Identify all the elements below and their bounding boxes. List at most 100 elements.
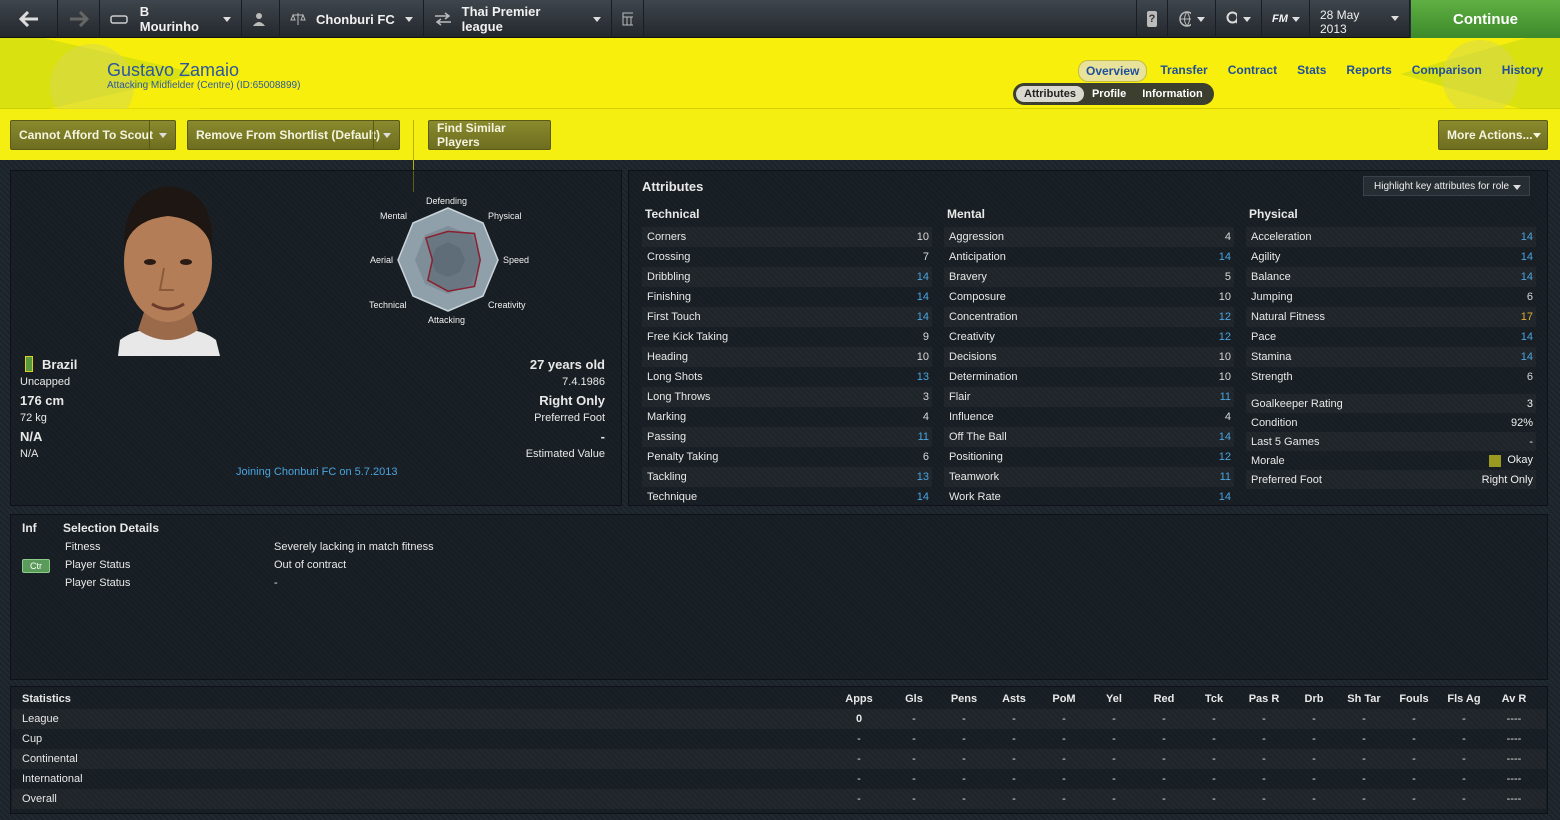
highlight-role-dropdown[interactable]: Highlight key attributes for role [1363, 176, 1530, 196]
attribute-row-natural-fitness[interactable]: Natural Fitness 17 [1246, 307, 1536, 327]
back-button[interactable] [0, 0, 58, 38]
attribute-row-strength[interactable]: Strength 6 [1246, 367, 1536, 387]
attribute-row-balance[interactable]: Balance 14 [1246, 267, 1536, 287]
attribute-name: Condition [1251, 416, 1298, 429]
attribute-row-acceleration[interactable]: Acceleration 14 [1246, 227, 1536, 247]
attribute-row-off-the-ball[interactable]: Off The Ball 14 [944, 427, 1234, 447]
forward-button[interactable] [58, 0, 100, 38]
subtab-information[interactable]: Information [1134, 86, 1211, 102]
attribute-row-decisions[interactable]: Decisions 10 [944, 347, 1234, 367]
attribute-row-tackling[interactable]: Tackling 13 [642, 467, 932, 487]
more-actions-button[interactable]: More Actions... [1438, 120, 1548, 150]
stat-header-tck[interactable]: Tck [1192, 693, 1236, 705]
stat-cell: - [1262, 753, 1266, 765]
attribute-value: 9 [922, 331, 929, 343]
stat-cell: - [962, 753, 966, 765]
stat-row-overall[interactable]: Overall - - - - - - - - - - - - - ---- [12, 789, 1546, 809]
attribute-row-aggression[interactable]: Aggression 4 [944, 227, 1234, 247]
attribute-row-positioning[interactable]: Positioning 12 [944, 447, 1234, 467]
shortlist-dropdown[interactable] [373, 121, 399, 149]
scout-button[interactable]: Cannot Afford To Scout [10, 120, 176, 150]
stat-row-continental[interactable]: Continental - - - - - - - - - - - - - ---- [12, 749, 1546, 769]
attribute-row-agility[interactable]: Agility 14 [1246, 247, 1536, 267]
stat-cell: - [1312, 733, 1316, 745]
fm-menu[interactable]: FM [1262, 0, 1310, 38]
stat-header-asts[interactable]: Asts [992, 693, 1036, 705]
attribute-row-corners[interactable]: Corners 10 [642, 227, 932, 247]
attribute-row-stamina[interactable]: Stamina 14 [1246, 347, 1536, 367]
attribute-row-dribbling[interactable]: Dribbling 14 [642, 267, 932, 287]
info-row-condition[interactable]: Condition 92% [1246, 413, 1536, 432]
attribute-value: 7 [922, 251, 929, 263]
club-name: Chonburi FC [316, 11, 395, 27]
find-similar-button[interactable]: Find Similar Players [428, 120, 551, 150]
tab-comparison[interactable]: Comparison [1405, 60, 1489, 82]
scout-dropdown[interactable] [149, 121, 175, 149]
stat-header-pas-r[interactable]: Pas R [1242, 693, 1286, 705]
tab-overview[interactable]: Overview [1078, 60, 1148, 82]
club-menu[interactable]: Chonburi FC [280, 0, 424, 38]
attribute-row-heading[interactable]: Heading 10 [642, 347, 932, 367]
attribute-row-work-rate[interactable]: Work Rate 14 [944, 487, 1234, 507]
attribute-row-passing[interactable]: Passing 11 [642, 427, 932, 447]
attribute-row-creativity[interactable]: Creativity 12 [944, 327, 1234, 347]
info-row-morale[interactable]: Morale Okay [1246, 451, 1536, 470]
tab-history[interactable]: History [1495, 60, 1550, 82]
attribute-row-technique[interactable]: Technique 14 [642, 487, 932, 507]
joining-club-link[interactable]: Joining Chonburi FC on 5.7.2013 [236, 466, 397, 478]
attribute-row-first-touch[interactable]: First Touch 14 [642, 307, 932, 327]
stat-row-league[interactable]: League 0- - - - - - - - - - - - ---- [12, 709, 1546, 729]
search-menu[interactable] [1216, 0, 1262, 38]
subtab-profile[interactable]: Profile [1084, 86, 1134, 102]
stat-header-yel[interactable]: Yel [1092, 693, 1136, 705]
stat-header-drb[interactable]: Drb [1292, 693, 1336, 705]
attribute-row-long-throws[interactable]: Long Throws 3 [642, 387, 932, 407]
attribute-row-pace[interactable]: Pace 14 [1246, 327, 1536, 347]
attribute-row-crossing[interactable]: Crossing 7 [642, 247, 932, 267]
stat-row-cup[interactable]: Cup - - - - - - - - - - - - - ---- [12, 729, 1546, 749]
attribute-row-teamwork[interactable]: Teamwork 11 [944, 467, 1234, 487]
stat-header-sh-tar[interactable]: Sh Tar [1342, 693, 1386, 705]
attribute-row-penalty-taking[interactable]: Penalty Taking 6 [642, 447, 932, 467]
stat-cell: - [912, 753, 916, 765]
staff-button[interactable] [242, 0, 280, 38]
attribute-row-anticipation[interactable]: Anticipation 14 [944, 247, 1234, 267]
help-button[interactable]: ? [1136, 0, 1168, 38]
attribute-row-long-shots[interactable]: Long Shots 13 [642, 367, 932, 387]
tab-stats[interactable]: Stats [1290, 60, 1333, 82]
tab-contract[interactable]: Contract [1221, 60, 1284, 82]
stat-header-fls-ag[interactable]: Fls Ag [1442, 693, 1486, 705]
attribute-row-composure[interactable]: Composure 10 [944, 287, 1234, 307]
stat-header-apps[interactable]: Apps [837, 693, 881, 705]
stat-header-pom[interactable]: PoM [1042, 693, 1086, 705]
info-row-preferred-foot[interactable]: Preferred Foot Right Only [1246, 470, 1536, 489]
manager-menu[interactable]: B Mourinho [100, 0, 242, 38]
world-menu[interactable] [1168, 0, 1216, 38]
attribute-row-determination[interactable]: Determination 10 [944, 367, 1234, 387]
calendar-button[interactable] [612, 0, 644, 38]
continue-button[interactable]: Continue [1410, 0, 1560, 38]
attribute-row-bravery[interactable]: Bravery 5 [944, 267, 1234, 287]
attribute-row-flair[interactable]: Flair 11 [944, 387, 1234, 407]
tab-transfer[interactable]: Transfer [1153, 60, 1214, 82]
league-menu[interactable]: Thai Premier league [424, 0, 612, 38]
nationality[interactable]: Brazil [42, 357, 77, 372]
attribute-row-jumping[interactable]: Jumping 6 [1246, 287, 1536, 307]
subtab-attributes[interactable]: Attributes [1016, 86, 1084, 102]
stat-header-red[interactable]: Red [1142, 693, 1186, 705]
stat-header-pens[interactable]: Pens [942, 693, 986, 705]
tab-reports[interactable]: Reports [1339, 60, 1398, 82]
shortlist-button[interactable]: Remove From Shortlist (Default) [187, 120, 400, 150]
attribute-row-marking[interactable]: Marking 4 [642, 407, 932, 427]
stat-header-gls[interactable]: Gls [892, 693, 936, 705]
attribute-row-influence[interactable]: Influence 4 [944, 407, 1234, 427]
stat-row-international[interactable]: International - - - - - - - - - - - - - ---- [12, 769, 1546, 789]
attribute-row-concentration[interactable]: Concentration 12 [944, 307, 1234, 327]
stat-header-av-r[interactable]: Av R [1492, 693, 1536, 705]
date-menu[interactable]: 28 May 2013 [1310, 0, 1410, 38]
info-row-goalkeeper-rating[interactable]: Goalkeeper Rating 3 [1246, 394, 1536, 413]
attribute-row-free-kick-taking[interactable]: Free Kick Taking 9 [642, 327, 932, 347]
info-row-last-5-games[interactable]: Last 5 Games - [1246, 432, 1536, 451]
stat-header-fouls[interactable]: Fouls [1392, 693, 1436, 705]
attribute-row-finishing[interactable]: Finishing 14 [642, 287, 932, 307]
